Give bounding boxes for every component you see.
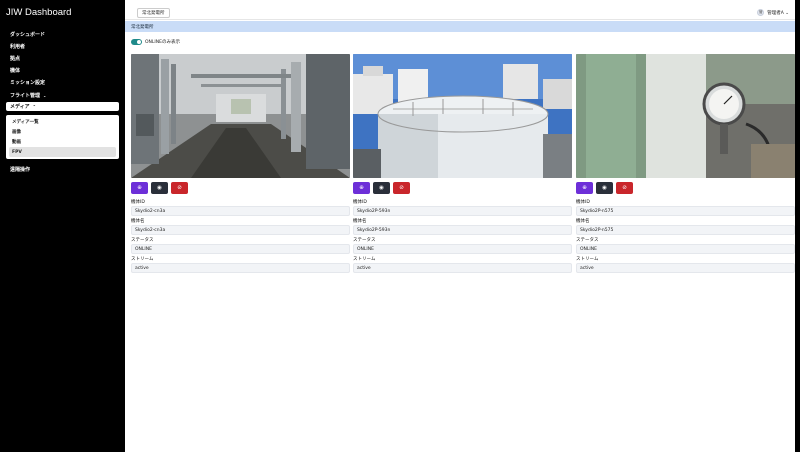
sidebar-item-label: 利用者 <box>10 43 26 50</box>
online-only-toggle[interactable] <box>131 39 142 45</box>
feed-controls: ⊕ ◉ ⊘ <box>353 182 572 194</box>
sidebar-item-label: ダッシュボード <box>10 31 46 38</box>
feed-controls: ⊕ ◉ ⊘ <box>576 182 795 194</box>
sidebar-item-users[interactable]: 利用者 <box>0 40 125 52</box>
site-selector[interactable]: 常北発電所 <box>137 8 170 18</box>
machine-name-field: Skydio2P-593n <box>353 225 572 235</box>
avatar: 管 <box>757 9 765 16</box>
field-label-machine-id: 機体ID <box>131 200 145 205</box>
submenu-item-label: 動画 <box>12 140 21 146</box>
submenu-item-label: 画像 <box>12 130 21 136</box>
pressure-gauge-image <box>576 54 795 178</box>
fpv-card: ⊕ ◉ ⊘ 機体ID Skydio2-cn3a 機体名 Skydio2-cn3a… <box>131 54 350 273</box>
stream-field: active <box>576 263 795 273</box>
chevron-up-icon: ⌃ <box>32 104 37 110</box>
status-field: ONLINE <box>576 244 795 254</box>
submenu-item-fpv[interactable]: FPV <box>9 147 116 158</box>
field-label-machine-id: 機体ID <box>576 200 590 205</box>
machine-id-field: Skydio2P-n575 <box>576 206 795 216</box>
media-submenu: メディア一覧 画像 動画 FPV <box>6 115 119 160</box>
fpv-video-feed[interactable] <box>353 54 572 178</box>
machine-id-field: Skydio2P-593n <box>353 206 572 216</box>
field-label-stream: ストリーム <box>353 257 376 262</box>
sidebar-item-label: メディア <box>10 104 30 111</box>
sidebar-item-label: 遠隔操作 <box>10 166 31 173</box>
record-button[interactable]: ◉ <box>373 182 390 194</box>
online-filter[interactable]: ONLINEのみ表示 <box>131 39 180 45</box>
sidebar-item-dashboard[interactable]: ダッシュボード <box>0 28 125 40</box>
field-label-status: ステータス <box>131 238 154 243</box>
stream-field: active <box>353 263 572 273</box>
sidebar-item-sites[interactable]: 拠点 <box>0 52 125 64</box>
field-label-stream: ストリーム <box>576 257 599 262</box>
submenu-item-images[interactable]: 画像 <box>9 127 116 137</box>
zoom-button[interactable]: ⊕ <box>131 182 148 194</box>
feed-controls: ⊕ ◉ ⊘ <box>131 182 350 194</box>
app-title: JIW Dashboard <box>6 7 72 18</box>
machine-name-field: Skydio2-cn3a <box>131 225 350 235</box>
field-label-machine-name: 機体名 <box>131 219 145 224</box>
submenu-item-videos[interactable]: 動画 <box>9 137 116 147</box>
online-only-label: ONLINEのみ表示 <box>145 40 180 45</box>
sidebar: JIW Dashboard ダッシュボード 利用者 拠点 機体 ミッション設定 … <box>0 0 125 452</box>
record-button[interactable]: ◉ <box>596 182 613 194</box>
sidebar-item-media[interactable]: メディア ⌃ <box>6 102 119 112</box>
main-content: 常北発電所 管 管理者A ⌄ 常北発電所 ONLINEのみ表示 ⊕ ◉ ⊘ 機体… <box>125 0 795 452</box>
status-field: ONLINE <box>353 244 572 254</box>
industrial-corridor-image <box>131 54 350 178</box>
field-label-machine-id: 機体ID <box>353 200 367 205</box>
fpv-card: ⊕ ◉ ⊘ 機体ID Skydio2P-593n 機体名 Skydio2P-59… <box>353 54 572 273</box>
stream-field: active <box>131 263 350 273</box>
sidebar-item-flights[interactable]: フライト管理 ⌄ <box>0 89 125 101</box>
zoom-button[interactable]: ⊕ <box>576 182 593 194</box>
fpv-video-feed[interactable] <box>576 54 795 178</box>
field-label-status: ステータス <box>353 238 376 243</box>
sidebar-item-aircraft[interactable]: 機体 <box>0 65 125 77</box>
zoom-button[interactable]: ⊕ <box>353 182 370 194</box>
site-banner: 常北発電所 <box>125 21 795 32</box>
sidebar-item-label: フライト管理 <box>10 92 41 99</box>
window-edge <box>795 0 800 452</box>
sidebar-item-missions[interactable]: ミッション設定 <box>0 77 125 89</box>
status-field: ONLINE <box>131 244 350 254</box>
sidebar-item-label: 機体 <box>10 68 21 75</box>
submenu-item-media-list[interactable]: メディア一覧 <box>9 117 116 127</box>
disconnect-button[interactable]: ⊘ <box>616 182 633 194</box>
storage-tank-image <box>353 54 572 178</box>
field-label-stream: ストリーム <box>131 257 154 262</box>
submenu-item-label: FPV <box>12 149 22 155</box>
user-name: 管理者A ⌄ <box>767 10 789 16</box>
field-label-machine-name: 機体名 <box>576 219 590 224</box>
submenu-item-label: メディア一覧 <box>12 120 39 126</box>
sidebar-nav: ダッシュボード 利用者 拠点 機体 ミッション設定 フライト管理 ⌄ メディア ⌃ … <box>0 28 125 175</box>
fpv-video-feed[interactable] <box>131 54 350 178</box>
sidebar-item-remote-control[interactable]: 遠隔操作 <box>0 163 125 175</box>
sidebar-item-label: ミッション設定 <box>10 80 46 87</box>
machine-id-field: Skydio2-cn3a <box>131 206 350 216</box>
sidebar-item-label: 拠点 <box>10 55 21 62</box>
field-label-status: ステータス <box>576 238 599 243</box>
user-menu[interactable]: 管 管理者A ⌄ <box>757 9 789 16</box>
topbar: 常北発電所 管 管理者A ⌄ <box>125 0 795 20</box>
disconnect-button[interactable]: ⊘ <box>393 182 410 194</box>
chevron-down-icon: ⌄ <box>43 92 47 98</box>
disconnect-button[interactable]: ⊘ <box>171 182 188 194</box>
field-label-machine-name: 機体名 <box>353 219 367 224</box>
app-frame: JIW Dashboard ダッシュボード 利用者 拠点 機体 ミッション設定 … <box>0 0 800 452</box>
record-button[interactable]: ◉ <box>151 182 168 194</box>
fpv-card: ⊕ ◉ ⊘ 機体ID Skydio2P-n575 機体名 Skydio2P-n5… <box>576 54 795 273</box>
machine-name-field: Skydio2P-n575 <box>576 225 795 235</box>
